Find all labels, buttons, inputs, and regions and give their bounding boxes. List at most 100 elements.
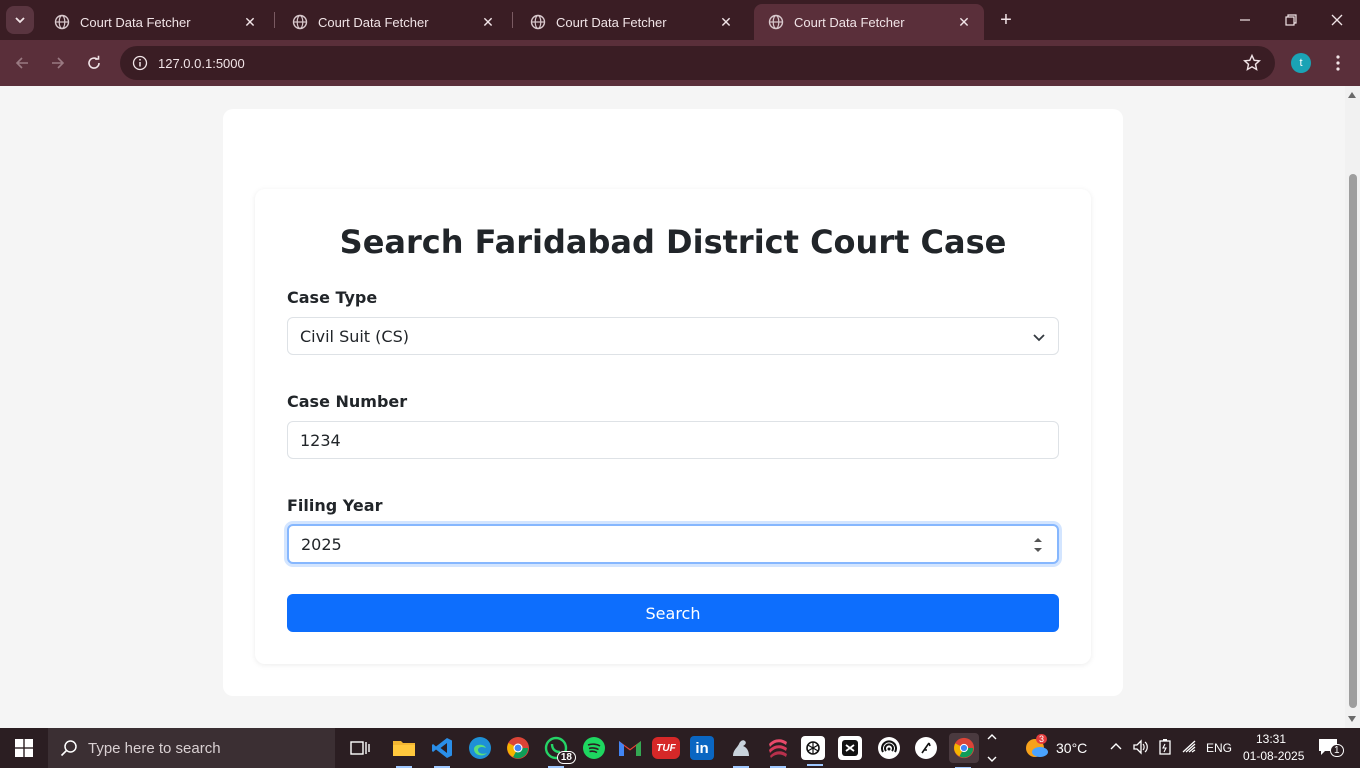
- notifications-button[interactable]: 1: [1318, 738, 1344, 761]
- temperature-text: 30°C: [1056, 740, 1088, 756]
- page-viewport: Search Faridabad District Court Case Cas…: [0, 86, 1345, 728]
- search-button[interactable]: Search: [287, 594, 1059, 632]
- reload-icon: [88, 55, 100, 69]
- chrome-active-icon[interactable]: [949, 733, 979, 768]
- tab-2[interactable]: Court Data Fetcher ✕: [278, 4, 508, 40]
- number-spinner-icon[interactable]: [1033, 535, 1043, 555]
- spotify-icon[interactable]: [580, 734, 608, 762]
- new-tab-button[interactable]: +: [994, 8, 1018, 32]
- close-icon[interactable]: ✕: [716, 12, 736, 32]
- more-menu-button[interactable]: [1328, 49, 1348, 77]
- language-indicator[interactable]: ENG: [1206, 741, 1232, 755]
- chevron-down-icon: [1033, 334, 1045, 342]
- arrow-left-icon: [15, 57, 28, 69]
- tab-search-button[interactable]: [6, 6, 34, 34]
- page-title: Search Faridabad District Court Case: [339, 223, 1007, 261]
- capcut-icon[interactable]: [838, 736, 862, 760]
- close-window-button[interactable]: [1322, 6, 1352, 34]
- close-icon: [1331, 14, 1343, 26]
- restore-icon: [1285, 14, 1297, 26]
- tab-divider: [512, 12, 513, 28]
- start-button[interactable]: [0, 728, 48, 768]
- info-icon[interactable]: [132, 55, 148, 71]
- globe-icon: [768, 14, 784, 30]
- case-number-input[interactable]: 1234: [287, 421, 1059, 459]
- close-icon[interactable]: ✕: [954, 12, 974, 32]
- tuf-app-icon[interactable]: TUF: [652, 737, 680, 759]
- gmail-icon[interactable]: [616, 734, 644, 762]
- case-number-label: Case Number: [287, 392, 408, 411]
- tab-strip: Court Data Fetcher ✕ Court Data Fetcher …: [0, 0, 1360, 40]
- linkedin-icon[interactable]: in: [690, 736, 714, 760]
- chevron-up-icon: [1110, 743, 1122, 750]
- tab-title: Court Data Fetcher: [80, 14, 191, 30]
- volume-icon[interactable]: [1132, 738, 1150, 761]
- close-icon[interactable]: ✕: [240, 12, 260, 32]
- back-button[interactable]: [8, 49, 36, 77]
- close-icon[interactable]: ✕: [478, 12, 498, 32]
- tab-1[interactable]: Court Data Fetcher ✕: [40, 4, 270, 40]
- tab-3[interactable]: Court Data Fetcher ✕: [516, 4, 746, 40]
- clock-time[interactable]: 13:31: [1256, 732, 1286, 746]
- more-vertical-icon: [1336, 55, 1340, 71]
- tab-divider: [274, 12, 275, 28]
- scroll-thumb[interactable]: [1349, 174, 1357, 708]
- reload-button[interactable]: [80, 49, 108, 77]
- search-icon: [60, 740, 77, 757]
- tab-title: Court Data Fetcher: [556, 14, 667, 30]
- filing-year-value: 2025: [301, 534, 342, 554]
- notification-count: 1: [1330, 744, 1344, 757]
- stripes-app-icon[interactable]: [764, 734, 792, 768]
- windows-logo-icon: [15, 739, 33, 757]
- forward-button[interactable]: [44, 49, 72, 77]
- star-icon[interactable]: [1243, 54, 1261, 72]
- chevron-up-down-icon: [987, 734, 997, 762]
- openai-icon[interactable]: [801, 736, 825, 766]
- restore-button[interactable]: [1276, 6, 1306, 34]
- task-view-icon[interactable]: [346, 734, 374, 762]
- tab-4-active[interactable]: Court Data Fetcher ✕: [754, 4, 984, 40]
- vscode-icon[interactable]: [428, 734, 456, 768]
- show-hidden-icons-button[interactable]: [1110, 740, 1122, 758]
- search-form-card: Search Faridabad District Court Case Cas…: [255, 189, 1091, 664]
- tab-title: Court Data Fetcher: [794, 14, 905, 30]
- tuf-label: TUF: [656, 742, 676, 754]
- whatsapp-badge: 18: [556, 751, 576, 764]
- case-type-select[interactable]: Civil Suit (CS): [287, 317, 1059, 355]
- filing-year-input[interactable]: 2025: [287, 524, 1059, 564]
- filing-year-label: Filing Year: [287, 496, 383, 515]
- tab-title: Court Data Fetcher: [318, 14, 429, 30]
- case-number-value: 1234: [300, 430, 341, 450]
- podcast-app-icon[interactable]: [875, 734, 903, 762]
- file-explorer-icon[interactable]: [390, 734, 418, 768]
- weather-badge: 3: [1036, 734, 1048, 744]
- chrome-icon[interactable]: [504, 734, 532, 762]
- edge-icon[interactable]: [466, 734, 494, 762]
- case-type-label: Case Type: [287, 288, 378, 307]
- address-bar[interactable]: 127.0.0.1:5000: [120, 46, 1275, 80]
- whatsapp-icon[interactable]: 18: [542, 734, 576, 768]
- notes-app-icon[interactable]: [912, 734, 940, 762]
- globe-icon: [530, 14, 546, 30]
- scroll-up-arrow-icon[interactable]: [1348, 92, 1356, 98]
- browser-toolbar: 127.0.0.1:5000 t: [0, 40, 1360, 86]
- taskbar-search-box[interactable]: Type here to search: [48, 728, 335, 768]
- wifi-icon[interactable]: [1181, 738, 1199, 761]
- weather-icon[interactable]: 3: [1024, 734, 1050, 760]
- profile-avatar[interactable]: t: [1291, 53, 1311, 73]
- clock-date[interactable]: 01-08-2025: [1243, 749, 1304, 763]
- windows-taskbar: Type here to search 18 TUF in 3 30°C ENG…: [0, 728, 1360, 768]
- arrow-right-icon: [52, 57, 65, 69]
- chevron-down-icon: [15, 17, 25, 24]
- taskbar-overflow-arrows[interactable]: [986, 730, 998, 766]
- scroll-down-arrow-icon[interactable]: [1348, 716, 1356, 722]
- minimize-icon: [1240, 19, 1250, 21]
- arm-app-icon[interactable]: [727, 734, 755, 768]
- battery-power-icon[interactable]: [1157, 738, 1173, 761]
- linkedin-label: in: [695, 739, 709, 757]
- case-type-value: Civil Suit (CS): [300, 326, 409, 346]
- url-text: 127.0.0.1:5000: [158, 55, 245, 71]
- taskbar-search-placeholder: Type here to search: [88, 739, 221, 757]
- minimize-button[interactable]: [1230, 6, 1260, 34]
- vertical-scrollbar[interactable]: [1345, 86, 1360, 728]
